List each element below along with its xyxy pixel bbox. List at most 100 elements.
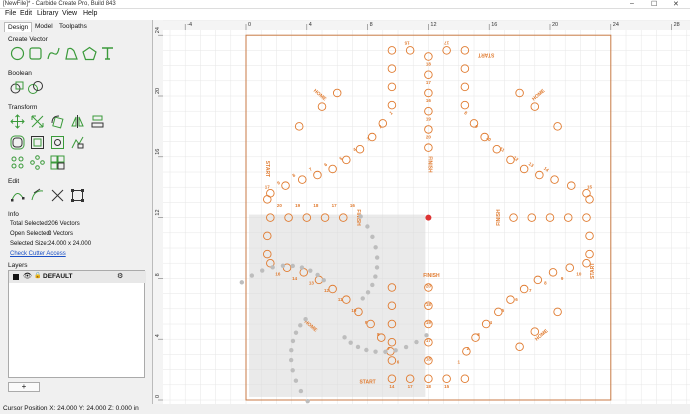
boolean-union-icon[interactable]	[10, 80, 25, 95]
polygon-icon[interactable]	[64, 46, 79, 61]
maximize-button[interactable]: ☐	[651, 0, 657, 8]
rotate-icon[interactable]	[50, 114, 65, 129]
hole-number: 16	[275, 271, 281, 276]
peg-hole	[460, 100, 470, 110]
status-bar: Cursor Position X: 24.000 Y: 24.000 Z: 0…	[0, 404, 690, 414]
selection-dot	[373, 245, 378, 250]
node-edit-icon[interactable]	[10, 188, 25, 203]
selection-dot	[373, 349, 378, 354]
hole-number: 14	[389, 384, 395, 389]
hole-number: 17	[408, 384, 414, 389]
gear-icon[interactable]: ⚙	[117, 272, 123, 280]
menu-edit[interactable]: Edit	[20, 10, 32, 17]
finish-label: FINISH	[426, 156, 432, 173]
design-canvas[interactable]: -4 0 4 8 12 16 20 24 28 24 20 16 12 8 4 0 18 17 16 19 20 FINI…	[153, 19, 690, 404]
hole-number: 16	[426, 98, 432, 103]
selection-dot	[365, 224, 370, 229]
peg-hole	[460, 82, 470, 92]
hole-number: 19	[426, 116, 432, 121]
peg-hole	[342, 155, 351, 165]
move-icon[interactable]	[10, 114, 25, 129]
tab-model[interactable]: Model	[32, 22, 56, 32]
hole-number: 1	[458, 360, 461, 365]
edit-heading: Edit	[8, 178, 20, 185]
home-label: HOME	[312, 88, 328, 103]
selection-dot	[370, 234, 375, 240]
peg-hole	[567, 181, 576, 190]
selected-size-value: 24.000 x 24.000	[48, 241, 92, 247]
hole-number: 18	[426, 302, 432, 307]
selection-dot	[290, 338, 296, 344]
selection-dot	[414, 339, 419, 345]
total-selected-label: Total Selected:	[10, 221, 50, 227]
title-bar: [NewFile]* - Carbide Create Pro, Build 8…	[0, 0, 690, 9]
peg-hole	[328, 164, 337, 174]
close-button[interactable]: ✕	[673, 0, 679, 8]
info-heading: Info	[8, 211, 19, 218]
start-label: START	[590, 263, 596, 279]
canvas-svg[interactable]: -4 0 4 8 12 16 20 24 28242016128401817161920FINI…	[153, 19, 690, 404]
selection-dot	[308, 268, 313, 273]
circle-icon[interactable]	[10, 46, 25, 61]
circular-array-icon[interactable]	[30, 155, 45, 170]
cut-icon[interactable]	[50, 188, 65, 203]
top-ruler-label: 12	[430, 22, 436, 28]
bounding-box-icon[interactable]	[70, 188, 85, 203]
boolean-heading: Boolean	[8, 70, 32, 77]
menu-library[interactable]: Library	[37, 10, 58, 17]
rectangle-icon[interactable]	[28, 46, 43, 61]
tab-toolpaths[interactable]: Toolpaths	[56, 22, 90, 32]
minimize-button[interactable]: –	[630, 0, 634, 7]
selection-dot	[270, 265, 275, 270]
home-label: HOME	[531, 88, 547, 103]
start-label: START	[359, 379, 375, 385]
selection-dot	[299, 265, 305, 270]
shape-icon[interactable]	[70, 135, 85, 150]
peg-hole	[519, 164, 529, 174]
array-icon[interactable]	[10, 155, 25, 170]
align-icon[interactable]	[90, 114, 105, 129]
hole-number: 17	[332, 203, 338, 208]
left-ruler-label: 16	[155, 149, 161, 155]
offset-icon[interactable]	[10, 135, 25, 150]
hole-number: 12	[324, 288, 330, 293]
total-selected-value: 206 Vectors	[48, 221, 80, 227]
tab-design[interactable]: Design	[4, 22, 33, 32]
check-cutter-access-link[interactable]: Check Cutter Access	[10, 251, 66, 257]
add-layer-button[interactable]: +	[8, 382, 40, 392]
selection-dot	[289, 347, 294, 353]
peg-hole	[585, 195, 594, 204]
origin-marker	[425, 214, 432, 221]
peg-hole	[263, 195, 272, 204]
mirror-icon[interactable]	[70, 114, 85, 129]
menu-file[interactable]: File	[5, 10, 16, 17]
hole-number: 20	[277, 203, 283, 208]
layer-row[interactable]: 👁 🔒 DEFAULT ⚙	[9, 271, 146, 283]
text-icon[interactable]	[100, 46, 115, 61]
bezier-icon[interactable]	[30, 188, 45, 203]
curve-icon[interactable]	[46, 46, 61, 61]
peg-hole	[355, 144, 365, 154]
start-label: START	[264, 161, 270, 177]
hole-number: 15	[444, 384, 450, 389]
pentagon-icon[interactable]	[82, 46, 97, 61]
selection-dot	[298, 388, 304, 394]
inset-icon[interactable]	[30, 135, 45, 150]
hole-number: 8	[544, 280, 547, 285]
menu-view[interactable]: View	[62, 10, 77, 17]
scale-icon[interactable]	[30, 114, 45, 129]
eye-icon[interactable]: 👁	[23, 272, 32, 280]
selection-dot	[360, 296, 365, 301]
hole-number: 7	[308, 166, 313, 172]
lock-icon[interactable]: 🔒	[34, 272, 41, 279]
layer-color-swatch[interactable]	[13, 274, 19, 280]
menu-help[interactable]: Help	[83, 10, 97, 17]
top-ruler-label: 20	[552, 22, 558, 28]
selection-dot	[342, 335, 347, 340]
peg-hole	[535, 170, 544, 180]
menu-bar: File Edit Library View Help	[0, 9, 690, 20]
peg-hole	[281, 181, 290, 190]
grid-array-icon[interactable]	[50, 155, 65, 170]
boolean-subtract-icon[interactable]	[28, 80, 43, 95]
outline-icon[interactable]	[50, 135, 65, 150]
